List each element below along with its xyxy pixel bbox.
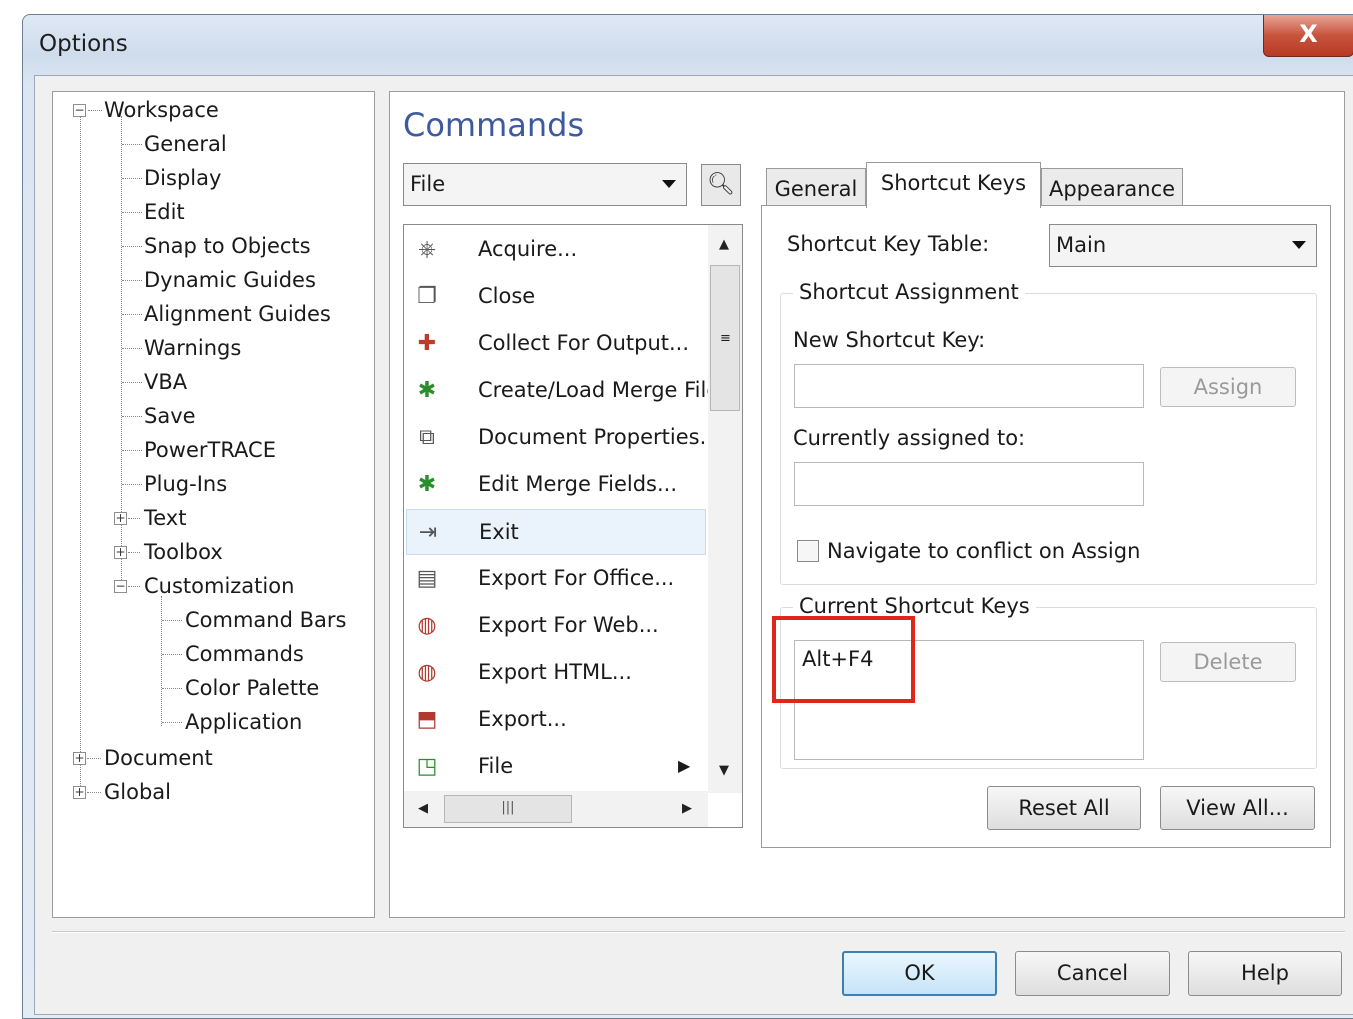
navigate-label: Navigate to conflict on Assign (827, 539, 1141, 563)
new-shortcut-label: New Shortcut Key: (793, 328, 986, 352)
reset-all-button[interactable]: Reset All (987, 786, 1141, 830)
chevron-down-icon (1292, 241, 1306, 249)
cancel-button[interactable]: Cancel (1015, 951, 1170, 996)
list-item[interactable]: ⎈ Acquire... (406, 227, 706, 273)
tree-item-powertrace[interactable]: PowerTRACE (144, 437, 276, 463)
command-list[interactable]: ⎈ Acquire... ❐ Close ✚ Collect For Outpu… (403, 224, 743, 828)
export-web-icon: ◍ (417, 613, 437, 638)
tree-item-toolbox[interactable]: Toolbox (144, 539, 223, 565)
assign-button[interactable]: Assign (1160, 367, 1296, 407)
highlight-box (772, 616, 915, 703)
category-dropdown[interactable]: File (403, 163, 687, 206)
navigate-checkbox[interactable] (797, 540, 819, 562)
expand-icon[interactable]: + (114, 512, 127, 525)
scroll-right-icon[interactable]: ▶ (682, 801, 692, 816)
tree-item-display[interactable]: Display (144, 165, 221, 191)
export-icon: ⬒ (416, 707, 438, 732)
tree-item-customization[interactable]: Customization (144, 573, 294, 599)
tree-item-warnings[interactable]: Warnings (144, 335, 241, 361)
tree-item-workspace[interactable]: Workspace (104, 97, 219, 123)
list-item[interactable]: ◍ Export HTML... (406, 650, 706, 696)
tree-item-alignment-guides[interactable]: Alignment Guides (144, 301, 331, 327)
assigned-to-field (794, 462, 1144, 506)
scroll-down-icon[interactable]: ▼ (719, 763, 729, 778)
export-office-icon: ▤ (416, 566, 438, 591)
acquire-icon: ⎈ (418, 237, 436, 262)
collapse-icon[interactable]: − (73, 104, 86, 117)
submenu-arrow-icon: ▶ (678, 756, 691, 775)
tree-item-save[interactable]: Save (144, 403, 196, 429)
binoculars-icon[interactable]: 🔍︎ (701, 164, 741, 206)
list-item[interactable]: ⧉ Document Properties... (406, 415, 719, 461)
tree-item-edit[interactable]: Edit (144, 199, 185, 225)
category-value: File (410, 172, 446, 196)
chevron-down-icon (662, 180, 676, 188)
close-icon[interactable]: X (1263, 15, 1353, 57)
list-item[interactable]: ✚ Collect For Output... (406, 321, 706, 367)
list-item[interactable]: ▤ Export For Office... (406, 556, 706, 602)
tree-item-global[interactable]: Global (104, 779, 171, 805)
edit-merge-icon: ✱ (417, 472, 437, 497)
merge-file-icon: ✱ (417, 378, 437, 403)
tree-item-commands[interactable]: Commands (185, 641, 304, 667)
list-item[interactable]: ⬒ Export... (406, 697, 706, 743)
close-file-icon: ❐ (417, 284, 437, 309)
new-shortcut-input[interactable] (794, 364, 1144, 408)
tree-item-snap[interactable]: Snap to Objects (144, 233, 311, 259)
shortcut-table-label: Shortcut Key Table: (787, 232, 990, 256)
list-item[interactable]: ✱ Create/Load Merge File (406, 368, 720, 414)
assigned-to-label: Currently assigned to: (793, 426, 1026, 450)
scroll-grip-icon: ≡ (720, 331, 731, 346)
scroll-left-icon[interactable]: ◀ (418, 801, 428, 816)
tree-item-text[interactable]: Text (144, 505, 186, 531)
group-title: Current Shortcut Keys (793, 594, 1036, 618)
tab-general[interactable]: General (766, 168, 866, 208)
document-properties-icon: ⧉ (419, 425, 435, 450)
list-item[interactable]: ✱ Edit Merge Fields... (406, 462, 706, 508)
expand-icon[interactable]: + (73, 786, 86, 799)
shortcut-table-dropdown[interactable]: Main (1049, 224, 1317, 267)
footer-divider (52, 931, 1345, 933)
delete-button[interactable]: Delete (1160, 642, 1296, 682)
tree-item-application[interactable]: Application (185, 709, 302, 735)
options-tree[interactable]: − Workspace General Display Edit Snap to… (52, 91, 375, 918)
tree-item-document[interactable]: Document (104, 745, 213, 771)
help-button[interactable]: Help (1188, 951, 1342, 996)
tree-item-plugins[interactable]: Plug-Ins (144, 471, 227, 497)
list-item[interactable]: ◍ Export For Web... (406, 603, 706, 649)
tree-item-dynamic-guides[interactable]: Dynamic Guides (144, 267, 316, 293)
list-item-selected[interactable]: ⇥ Exit (406, 509, 706, 555)
expand-icon[interactable]: + (73, 752, 86, 765)
export-html-icon: ◍ (417, 660, 437, 685)
collapse-icon[interactable]: − (114, 580, 127, 593)
tree-item-general[interactable]: General (144, 131, 227, 157)
horizontal-scroll-thumb[interactable]: ||| (444, 795, 572, 823)
window-title: Options (39, 31, 128, 57)
file-icon: ◳ (416, 754, 438, 779)
group-title: Shortcut Assignment (793, 280, 1025, 304)
tab-appearance[interactable]: Appearance (1041, 168, 1183, 208)
tree-item-command-bars[interactable]: Command Bars (185, 607, 346, 633)
page-title: Commands (403, 106, 585, 144)
ok-button[interactable]: OK (842, 951, 997, 996)
tree-item-vba[interactable]: VBA (144, 369, 187, 395)
collect-output-icon: ✚ (417, 331, 437, 356)
shortcut-table-value: Main (1056, 233, 1107, 257)
tab-shortcut-keys[interactable]: Shortcut Keys (866, 162, 1041, 208)
exit-icon: ⇥ (418, 520, 438, 545)
tree-item-color-palette[interactable]: Color Palette (185, 675, 319, 701)
list-item[interactable]: ❐ Close (406, 274, 706, 320)
expand-icon[interactable]: + (114, 546, 127, 559)
view-all-button[interactable]: View All... (1160, 786, 1315, 830)
scroll-up-icon[interactable]: ▲ (719, 237, 729, 252)
list-item[interactable]: ◳ File ▶ (406, 744, 706, 790)
